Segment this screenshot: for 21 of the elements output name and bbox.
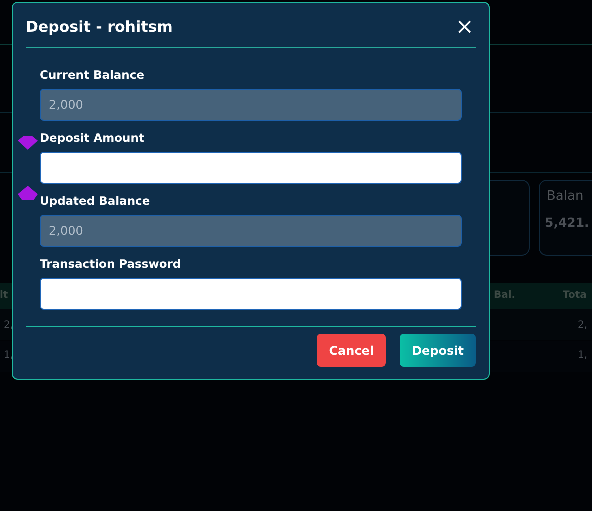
field-label: Updated Balance xyxy=(40,194,152,208)
deposit-button[interactable]: Deposit xyxy=(400,334,476,367)
input-field: 2,000 xyxy=(40,215,462,247)
field-label: Current Balance xyxy=(40,68,146,82)
input-field: 2,000 xyxy=(40,89,462,121)
table-cell: 1, xyxy=(4,350,14,361)
cancel-button[interactable]: Cancel xyxy=(317,334,386,367)
table-cell: 2, xyxy=(578,320,588,331)
column-header: Tota xyxy=(563,290,587,301)
field-label: Deposit Amount xyxy=(40,131,146,145)
column-header: lt xyxy=(0,290,8,301)
column-header: Bal. xyxy=(494,290,516,301)
input-field[interactable] xyxy=(40,152,462,184)
close-button[interactable]: × xyxy=(454,17,476,39)
card-label: Balan xyxy=(547,189,584,204)
card-value: 5,421. xyxy=(545,215,590,230)
dialog-title: Deposit - rohitsm xyxy=(26,17,173,36)
field-label: Transaction Password xyxy=(40,257,182,271)
table-cell: 1, xyxy=(578,350,588,361)
input-field[interactable] xyxy=(40,278,462,310)
table-cell: 2, xyxy=(4,320,14,331)
